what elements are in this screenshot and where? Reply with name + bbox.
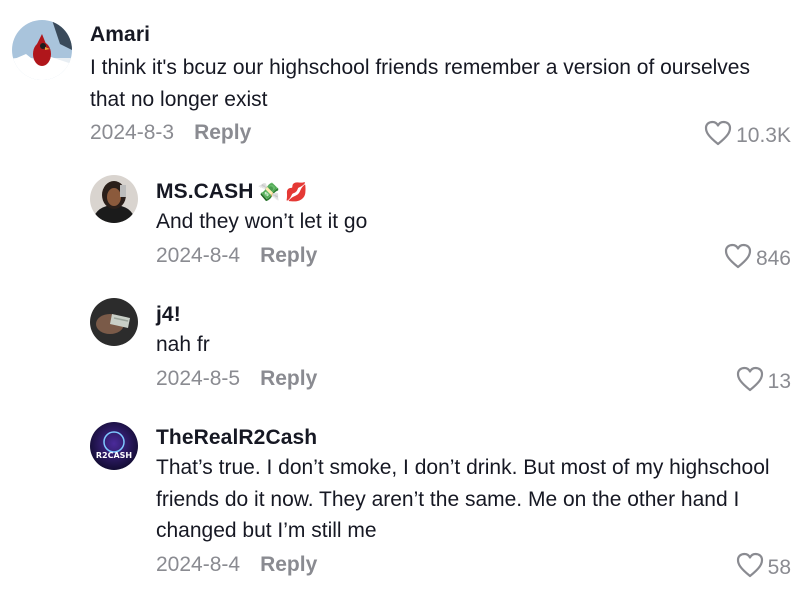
comment-text: And they won’t let it go bbox=[156, 210, 368, 233]
username-emoji: 💸 💋 bbox=[257, 182, 308, 202]
hand-cash-avatar[interactable] bbox=[90, 298, 138, 346]
comment-date: 2024-8-5 bbox=[156, 367, 241, 390]
like-count: 846 bbox=[755, 247, 791, 270]
like-button[interactable]: 846 bbox=[724, 243, 791, 275]
comment-meta: 2024-8-4 Reply bbox=[156, 553, 317, 577]
cardinal-bird-avatar[interactable] bbox=[12, 20, 72, 80]
reply-button[interactable]: Reply bbox=[260, 367, 317, 390]
reply-button[interactable]: Reply bbox=[260, 244, 317, 267]
username-label[interactable]: MS.CASH bbox=[156, 180, 254, 203]
like-count: 58 bbox=[767, 556, 791, 579]
comment-text: That’s true. I don’t smoke, I don’t drin… bbox=[156, 456, 770, 542]
reply-button[interactable]: Reply bbox=[260, 553, 317, 576]
comment-text: I think it's bcuz our highschool friends… bbox=[90, 56, 750, 111]
comment-meta: 2024-8-4 Reply bbox=[156, 244, 317, 268]
like-button[interactable]: 10.3K bbox=[704, 120, 791, 152]
comment-date: 2024-8-4 bbox=[156, 244, 241, 267]
like-count: 10.3K bbox=[736, 124, 791, 147]
heart-icon bbox=[736, 552, 768, 584]
heart-icon bbox=[704, 120, 736, 152]
comment-username[interactable]: MS.CASH 💸 💋 bbox=[156, 180, 308, 204]
like-button[interactable]: 58 bbox=[736, 552, 791, 584]
comment-item: Amari I think it's bcuz our highschool f… bbox=[0, 0, 791, 160]
like-count: 13 bbox=[767, 370, 791, 393]
avatar-logo-text: R2CASH bbox=[96, 451, 132, 460]
like-button[interactable]: 13 bbox=[736, 366, 791, 398]
comment-meta: 2024-8-3 Reply bbox=[90, 121, 251, 145]
comment-username[interactable]: j4! bbox=[156, 303, 181, 327]
reply-item: j4! nah fr 2024-8-5 Reply 13 bbox=[0, 285, 791, 410]
comment-meta: 2024-8-5 Reply bbox=[156, 367, 317, 391]
comment-date: 2024-8-3 bbox=[90, 121, 175, 144]
reply-item: MS.CASH 💸 💋 And they won’t let it go 2024… bbox=[0, 160, 791, 285]
heart-icon bbox=[724, 243, 756, 275]
person-avatar[interactable] bbox=[90, 175, 138, 223]
heart-icon bbox=[736, 366, 768, 398]
comment-username[interactable]: TheRealR2Cash bbox=[156, 426, 317, 450]
comment-date: 2024-8-4 bbox=[156, 553, 241, 576]
reply-button[interactable]: Reply bbox=[194, 121, 251, 144]
comment-username[interactable]: Amari bbox=[90, 23, 150, 47]
reply-item: R2CASH TheRealR2Cash That’s true. I don’… bbox=[0, 410, 791, 602]
r2cash-logo-avatar[interactable]: R2CASH bbox=[90, 422, 138, 470]
comment-text: nah fr bbox=[156, 333, 210, 356]
